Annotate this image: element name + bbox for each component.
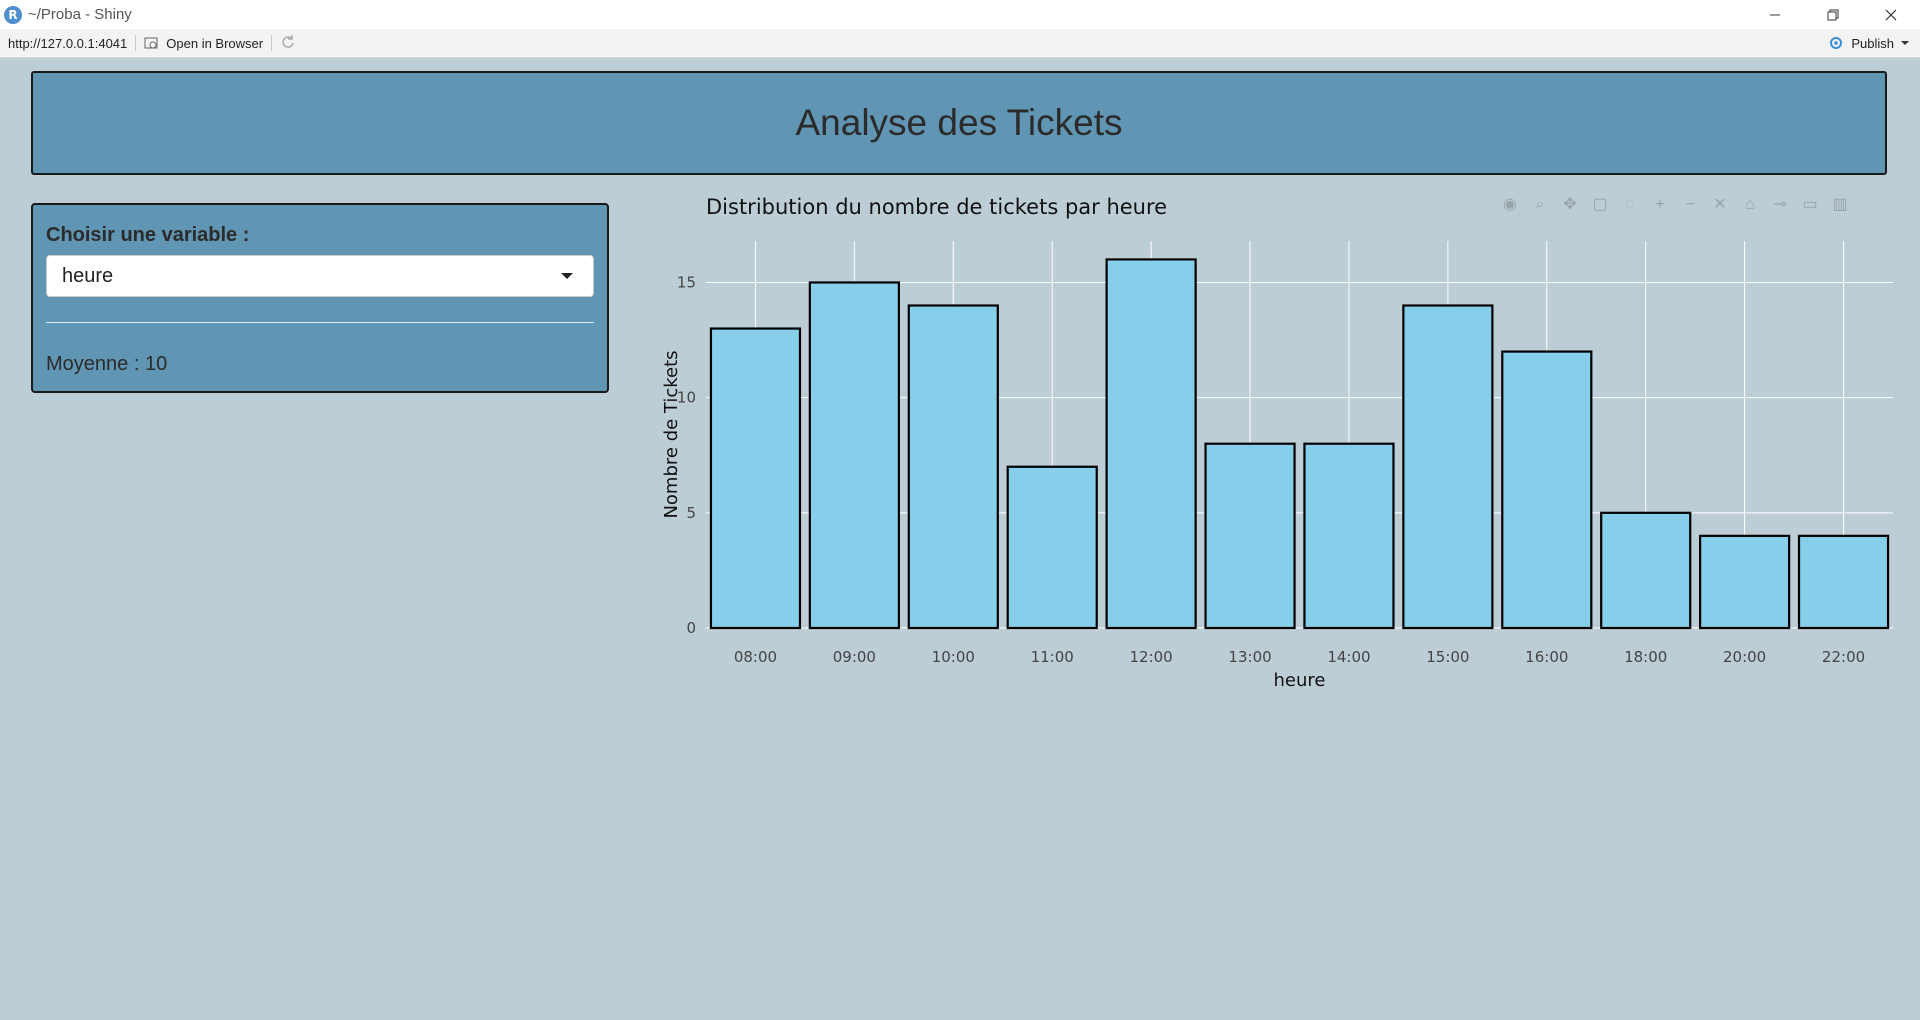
x-tick-label: 14:00 [1327,648,1370,666]
toolbar-divider [135,35,137,51]
x-tick-label: 18:00 [1624,648,1667,666]
bar [709,327,802,630]
open-in-browser-label: Open in Browser [166,35,264,51]
variable-select-value: heure [62,265,114,287]
chevron-down-icon[interactable] [1900,39,1910,47]
chevron-down-icon[interactable] [561,273,573,279]
mean-text: Moyenne : 10 [46,353,168,375]
bar [1797,534,1890,630]
x-tick-label: 11:00 [1031,648,1074,666]
bar [1600,511,1692,630]
y-tick-label: 15 [677,273,696,291]
open-browser-icon [144,37,158,49]
bar [1699,534,1791,630]
bar [1006,465,1098,630]
x-tick-label: 22:00 [1822,648,1865,666]
viewer-toolbar: http://127.0.0.1:4041 Open in Browser Pu… [0,29,1920,58]
x-tick-label: 13:00 [1228,648,1271,666]
bar [1204,442,1296,630]
x-tick-label: 16:00 [1525,648,1568,666]
title-panel: Analyse des Tickets [31,71,1887,175]
bar [1402,304,1494,630]
window-title: ~/Proba - Shiny [28,6,132,23]
x-tick-label: 09:00 [833,648,876,666]
chart-title: Distribution du nombre de tickets par he… [706,195,1167,219]
variable-select-label: Choisir une variable : [46,224,250,246]
window-controls [1746,0,1920,29]
publish-icon [1830,37,1843,49]
bar [1105,258,1197,630]
bar [1303,442,1395,630]
y-tick-label: 0 [686,619,696,637]
x-tick-label: 08:00 [734,648,777,666]
toolbar-divider [271,35,273,51]
url-text[interactable]: http://127.0.0.1:4041 [8,36,127,51]
window-titlebar: R ~/Proba - Shiny [0,0,1920,29]
bar [1501,350,1593,630]
x-tick-label: 20:00 [1723,648,1766,666]
minimize-icon[interactable] [1746,0,1804,29]
close-icon[interactable] [1862,0,1920,29]
bar-chart: Distribution du nombre de tickets par he… [661,195,1893,691]
refresh-icon[interactable] [280,34,296,53]
open-in-browser-button[interactable]: Open in Browser [144,36,263,51]
r-logo-icon: R [4,5,22,24]
bar [907,304,999,630]
variable-select[interactable]: heure [46,255,594,297]
y-axis-label: Nombre de Tickets [661,350,682,518]
publish-label: Publish [1851,35,1894,51]
y-tick-label: 5 [686,504,696,522]
sidebar-panel: Choisir une variable : heure Moyenne : 1… [31,203,609,393]
x-axis-label: heure [1274,670,1326,691]
publish-button[interactable]: Publish [1827,36,1910,51]
x-tick-label: 10:00 [932,648,975,666]
bar [808,281,900,630]
divider [46,322,594,323]
x-tick-label: 12:00 [1130,648,1173,666]
restore-icon[interactable] [1804,0,1862,29]
x-tick-label: 15:00 [1426,648,1469,666]
page-title: Analyse des Tickets [795,102,1123,143]
